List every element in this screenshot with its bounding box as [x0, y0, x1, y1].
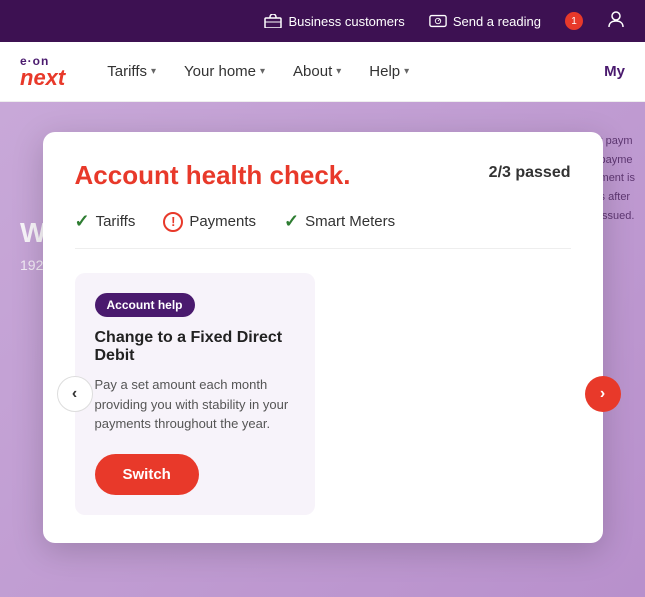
switch-button[interactable]: Switch — [95, 454, 199, 495]
business-icon — [264, 12, 282, 30]
checks-row: ✓ Tariffs ! Payments ✓ Smart Meters — [75, 211, 571, 249]
meter-icon — [429, 12, 447, 30]
check-smart-meters: ✓ Smart Meters — [284, 211, 395, 232]
smart-meters-check-label: Smart Meters — [305, 213, 395, 230]
business-customers-label: Business customers — [288, 14, 404, 29]
nav-tariffs[interactable]: Tariffs ▾ — [95, 55, 168, 88]
check-tariffs: ✓ Tariffs — [75, 211, 136, 232]
person-icon — [607, 10, 625, 33]
notification-badge[interactable]: 1 — [565, 12, 583, 30]
tariffs-check-label: Tariffs — [96, 213, 136, 230]
carousel-next-button[interactable]: › — [585, 376, 621, 412]
nav-your-home[interactable]: Your home ▾ — [172, 55, 277, 88]
your-home-chevron-icon: ▾ — [260, 66, 265, 77]
account-help-badge: Account help — [95, 293, 195, 317]
nav-your-home-label: Your home — [184, 63, 256, 80]
nav-items: Tariffs ▾ Your home ▾ About ▾ Help ▾ — [95, 55, 594, 88]
check-payments: ! Payments — [163, 212, 256, 232]
payments-warn-icon: ! — [163, 212, 183, 232]
send-reading-link[interactable]: Send a reading — [429, 12, 541, 30]
nav-about[interactable]: About ▾ — [281, 55, 353, 88]
business-customers-link[interactable]: Business customers — [264, 12, 404, 30]
health-check-modal: Account health check. 2/3 passed ✓ Tarif… — [43, 132, 603, 543]
modal-title: Account health check. — [75, 160, 351, 191]
payments-check-label: Payments — [189, 213, 256, 230]
nav-help-label: Help — [369, 63, 400, 80]
modal-header: Account health check. 2/3 passed — [75, 160, 571, 191]
tariffs-chevron-icon: ▾ — [151, 66, 156, 77]
logo[interactable]: e·on next — [20, 55, 65, 89]
passed-badge: 2/3 passed — [489, 160, 571, 182]
nav-my[interactable]: My — [604, 63, 625, 80]
card-area: ‹ Account help Change to a Fixed Direct … — [75, 273, 571, 515]
nav-bar: e·on next Tariffs ▾ Your home ▾ About ▾ … — [0, 42, 645, 102]
smart-meters-check-icon: ✓ — [284, 211, 299, 232]
tariffs-check-icon: ✓ — [75, 211, 90, 232]
about-chevron-icon: ▾ — [336, 66, 341, 77]
help-card: Account help Change to a Fixed Direct De… — [75, 273, 315, 515]
nav-help[interactable]: Help ▾ — [357, 55, 421, 88]
card-description: Pay a set amount each month providing yo… — [95, 375, 295, 434]
help-chevron-icon: ▾ — [404, 66, 409, 77]
notification-count: 1 — [571, 16, 577, 27]
carousel-prev-button[interactable]: ‹ — [57, 376, 93, 412]
nav-about-label: About — [293, 63, 332, 80]
nav-tariffs-label: Tariffs — [107, 63, 147, 80]
modal-overlay: Account health check. 2/3 passed ✓ Tarif… — [0, 102, 645, 597]
send-reading-label: Send a reading — [453, 14, 541, 29]
card-title: Change to a Fixed Direct Debit — [95, 329, 295, 365]
top-bar: Business customers Send a reading 1 — [0, 0, 645, 42]
logo-next: next — [20, 67, 65, 89]
